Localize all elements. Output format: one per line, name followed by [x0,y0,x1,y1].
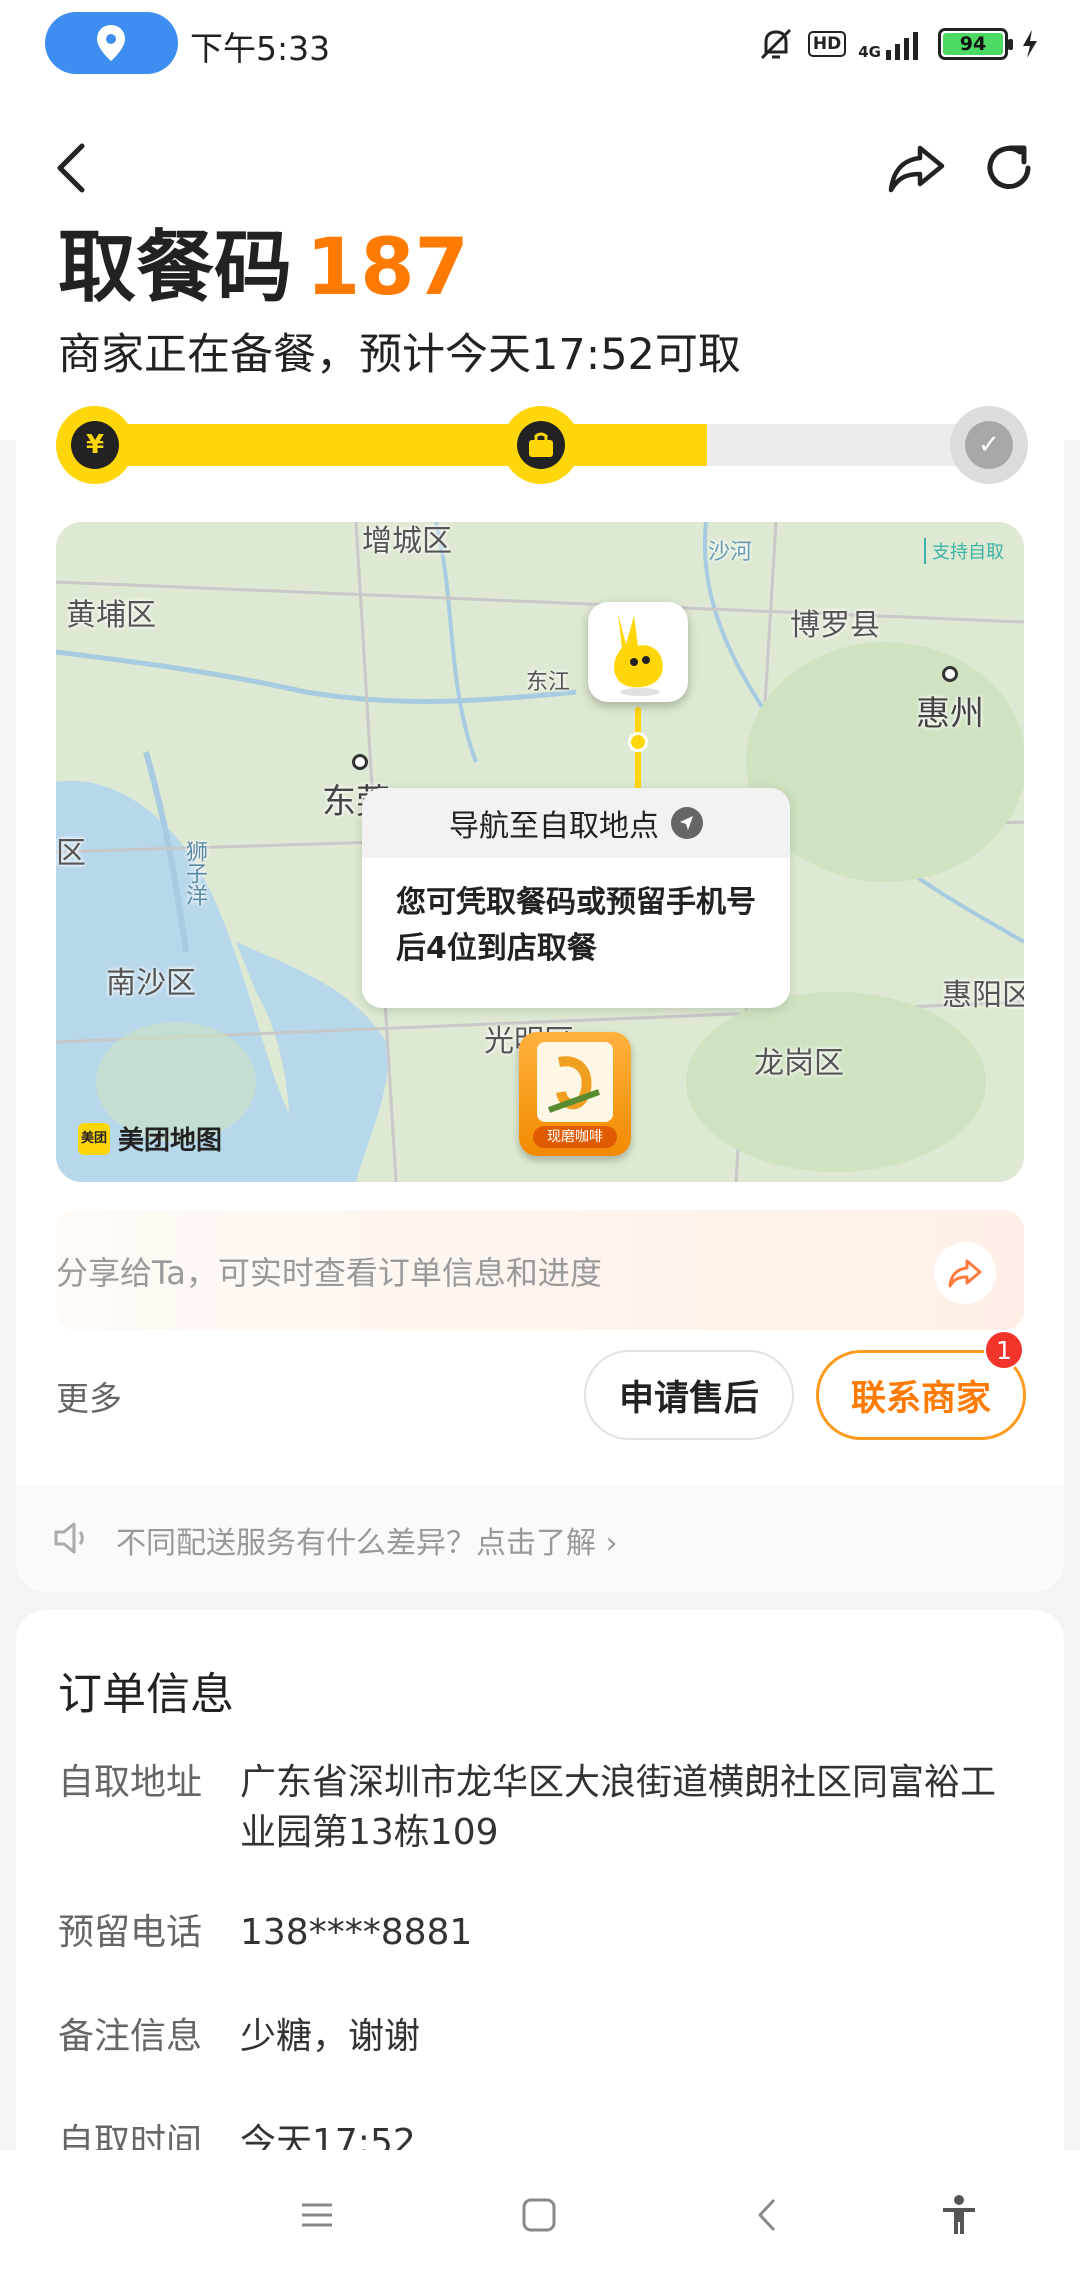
check-icon: ✓ [965,421,1013,469]
pickup-support-tag: 支持自取 [924,538,1010,564]
map-label-huangpu: 黄埔区 [66,598,156,633]
map-label-boluo: 博罗县 [790,608,880,643]
info-value: 138****8881 [240,1912,473,1953]
step-preparing [502,406,580,484]
back-button[interactable] [50,138,100,198]
pickup-code: 187 [306,223,469,313]
mascot-marker [588,602,688,702]
bag-icon [517,421,565,469]
info-key: 预留电话 [58,1912,203,1953]
step-paid: ¥ [56,406,134,484]
order-status-text: 商家正在备餐，预计今天17:52可取 [58,330,741,380]
status-bar: 下午5:33 HD 4G 94 [0,0,1080,90]
accessibility-button[interactable] [934,2190,984,2240]
location-indicator [45,12,178,74]
battery-level: 94 [943,33,1003,55]
navigate-to-pickup-button[interactable]: 导航至自取地点 [362,788,790,858]
share-order-bar[interactable]: 分享给Ta，可实时查看订单信息和进度 [56,1210,1024,1330]
share-order-button[interactable] [934,1242,996,1304]
kangaroo-mascot-icon [614,614,663,696]
share-button[interactable] [886,138,948,198]
chevron-left-icon [57,143,85,193]
system-navigation-bar [0,2150,1080,2280]
popup-title: 导航至自取地点 [449,809,659,844]
info-key: 自取地址 [58,1762,203,1803]
share-arrow-icon [948,1259,982,1288]
popup-body: 您可凭取餐码或预留手机号后4位到店取餐 [396,885,756,966]
map-label-zengcheng: 增城区 [362,524,452,559]
home-button[interactable] [514,2190,564,2240]
meituan-logo-icon: 美团 [78,1122,110,1155]
info-value: 少糖，谢谢 [240,2016,421,2057]
menu-icon [302,2203,332,2227]
status-icons: HD 4G 94 [756,22,1040,66]
delivery-notice-text: 不同配送服务有什么差异？点击了解 › [116,1526,618,1561]
share-arrow-icon [888,145,945,193]
page-title: 取餐码 187 [58,220,469,316]
network-group: 4G [858,28,926,60]
network-type: 4G [858,43,881,61]
pickup-map[interactable]: 支持自取 增城区 黄埔区 博罗县 惠州 东莞 东江 沙河 狮子洋 南沙区 光明区… [56,522,1024,1182]
city-dot-dongguan [352,754,368,770]
unread-badge: 1 [984,1330,1024,1370]
map-label-shiziyang: 狮子洋 [182,840,207,906]
system-back-button[interactable] [742,2190,792,2240]
home-square-icon [522,2198,556,2232]
battery-indicator: 94 [938,28,1013,60]
map-label-huiyang: 惠阳区 [942,978,1024,1013]
navigation-popup[interactable]: 导航至自取地点 您可凭取餐码或预留手机号后4位到店取餐 [362,788,790,1008]
map-label-partial: 区 [56,836,86,871]
refresh-icon [987,145,1031,189]
city-dot-huizhou [942,666,958,682]
step-completed: ✓ [950,406,1028,484]
map-provider-logo: 美团 美团地图 [78,1120,222,1157]
coffee-shop-icon [537,1042,613,1122]
map-label-dongjiang: 东江 [526,670,571,695]
share-order-text: 分享给Ta，可实时查看订单信息和进度 [56,1254,602,1292]
shop-label: 现磨咖啡 [533,1126,617,1148]
status-time: 下午5:33 [190,29,331,68]
shop-marker[interactable]: 现磨咖啡 [519,1032,631,1156]
info-key: 备注信息 [58,2016,203,2057]
map-label-nansha: 南沙区 [106,966,196,1001]
route-point [628,732,648,752]
delivery-notice[interactable]: 不同配送服务有什么差异？点击了解 › [16,1486,1064,1592]
map-label-shahe: 沙河 [708,540,753,565]
back-triangle-icon [758,2198,776,2232]
charging-bolt-icon [1023,30,1037,58]
after-sale-button[interactable]: 申请售后 [584,1350,794,1440]
map-label-longgang: 龙岗区 [754,1046,844,1081]
signal-bars-icon [886,32,918,60]
order-info-title: 订单信息 [58,1669,234,1720]
muted-bell-icon [760,28,791,60]
map-provider-name: 美团地图 [118,1126,223,1156]
navigation-arrow-icon [671,807,703,839]
location-pin-icon [97,25,125,61]
progress-fill [58,424,707,466]
speaker-icon [54,1522,84,1554]
yuan-icon: ¥ [71,421,119,469]
title-prefix: 取餐码 [58,223,293,313]
hd-badge: HD [807,31,847,57]
refresh-button[interactable] [980,138,1040,198]
info-value: 广东省深圳市龙华区大浪街道横朗社区同富裕工业园第13栋109 [240,1762,997,1853]
accessibility-icon [943,2195,975,2234]
more-link[interactable]: 更多 [56,1372,122,1420]
order-progress-bar: ¥ ✓ [56,406,1028,484]
menu-button[interactable] [292,2190,342,2240]
map-label-huizhou: 惠州 [916,694,984,734]
